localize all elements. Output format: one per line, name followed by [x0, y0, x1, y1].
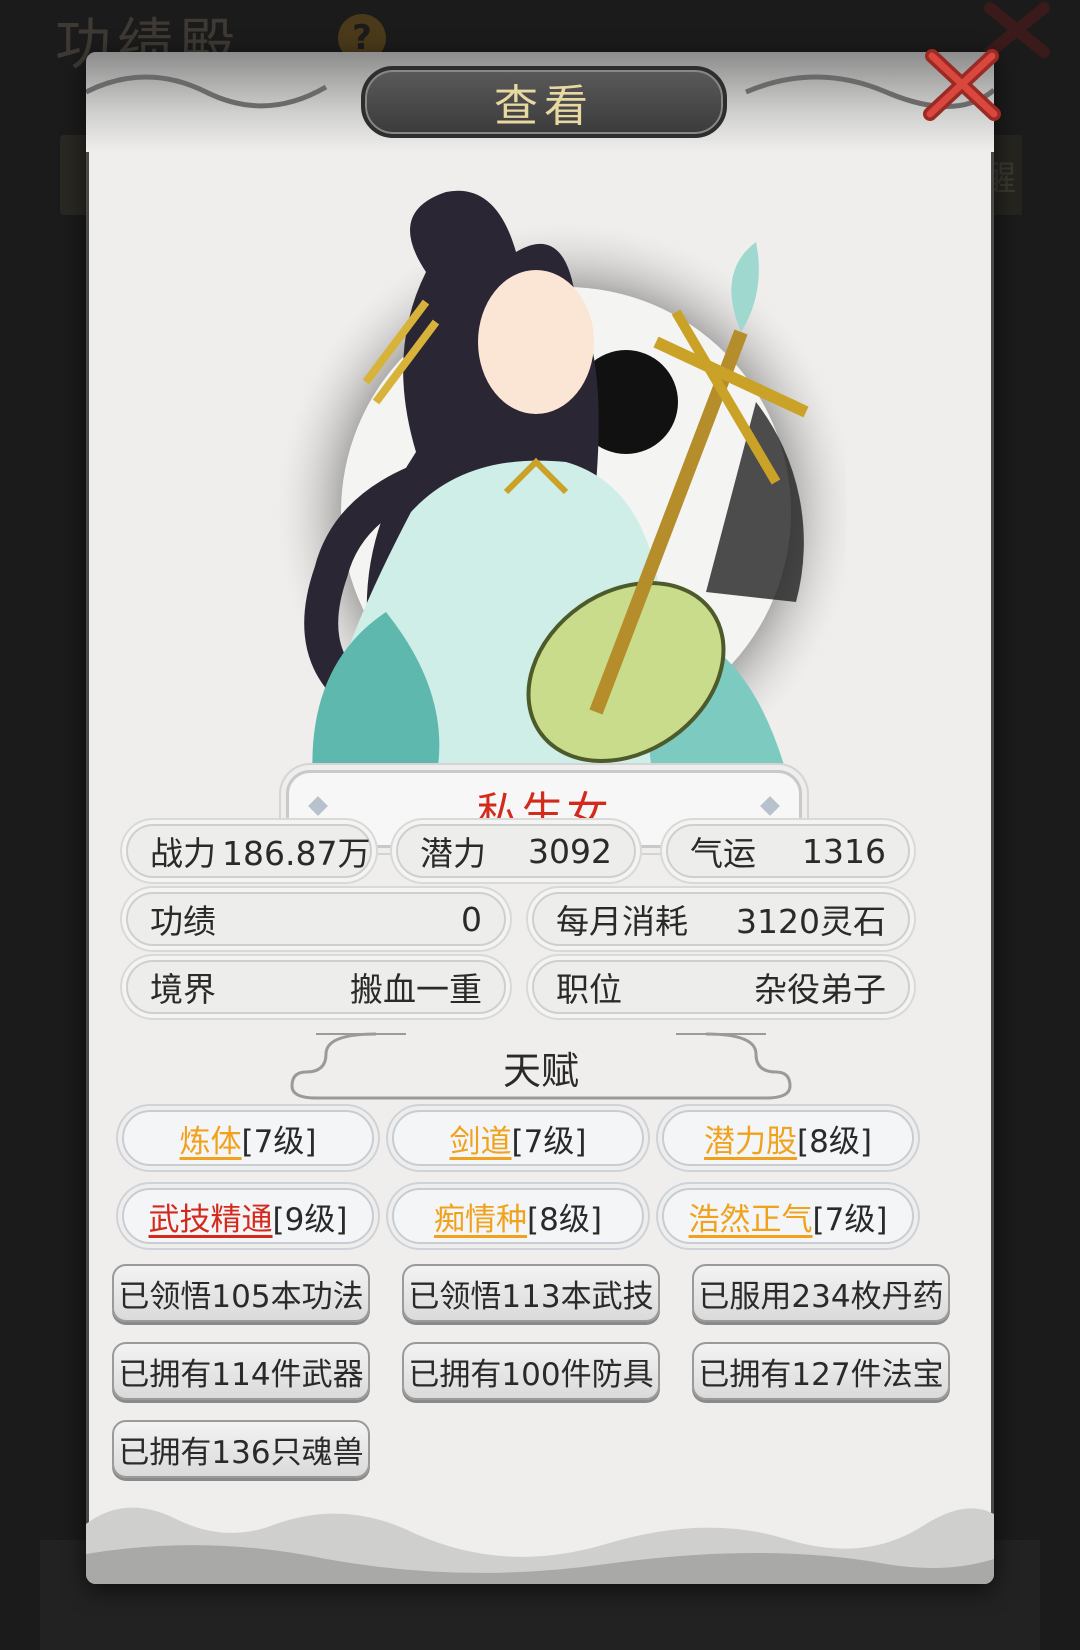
talent-item[interactable]: 剑道 [7级] [392, 1110, 644, 1166]
talent-level: [7级] [511, 1123, 587, 1160]
stat-potential: 潜力 3092 [396, 824, 636, 878]
talent-section-heading: 天赋 [286, 1032, 796, 1112]
record-button-armor[interactable]: 已拥有100件防具 [402, 1342, 660, 1400]
stat-monthly-label: 每月消耗 [556, 902, 688, 941]
talent-item[interactable]: 潜力股 [8级] [662, 1110, 914, 1166]
diamond-ornament-icon [760, 796, 780, 816]
talent-name: 剑道 [449, 1123, 512, 1160]
close-x-icon[interactable] [918, 46, 1006, 126]
talent-item[interactable]: 痴情种 [8级] [392, 1188, 644, 1244]
talent-name: 痴情种 [434, 1201, 528, 1238]
record-button-techniques[interactable]: 已领悟105本功法 [112, 1264, 370, 1322]
talent-item[interactable]: 炼体 [7级] [122, 1110, 374, 1166]
stat-realm: 境界 搬血一重 [126, 960, 506, 1014]
stat-potential-value: 3092 [528, 831, 612, 871]
footer-cloud-decoration [86, 1507, 994, 1584]
dialog-title-plate: 查看 [361, 66, 727, 138]
stat-power-value: 186.87万 [222, 834, 371, 873]
stat-power: 战力 186.87万 [126, 824, 372, 878]
talent-name: 浩然正气 [688, 1201, 813, 1238]
stat-realm-label: 境界 [150, 970, 216, 1009]
stat-realm-value: 搬血一重 [350, 970, 482, 1009]
stat-luck-value: 1316 [802, 831, 886, 871]
talent-name: 炼体 [179, 1123, 242, 1160]
stat-merit-label: 功绩 [150, 902, 216, 941]
record-button-martial-skills[interactable]: 已领悟113本武技 [402, 1264, 660, 1322]
record-button-treasures[interactable]: 已拥有127件法宝 [692, 1342, 950, 1400]
talent-level: [9级] [272, 1201, 348, 1238]
talent-level: [7级] [241, 1123, 317, 1160]
talent-name: 潜力股 [704, 1123, 798, 1160]
stat-monthly-value: 3120灵石 [736, 902, 886, 941]
stat-position: 职位 杂役弟子 [532, 960, 910, 1014]
diamond-ornament-icon [308, 796, 328, 816]
talent-level: [8级] [527, 1201, 602, 1238]
talent-heading-text: 天赋 [502, 1049, 579, 1093]
stat-potential-label: 潜力 [420, 834, 486, 873]
talent-level: [7级] [812, 1201, 888, 1238]
dialog-title: 查看 [494, 81, 594, 132]
talent-item[interactable]: 浩然正气 [7级] [662, 1188, 914, 1244]
talent-name: 武技精通 [148, 1201, 273, 1238]
stat-monthly-cost: 每月消耗 3120灵石 [532, 892, 910, 946]
stat-luck-label: 气运 [690, 834, 756, 873]
stat-position-label: 职位 [556, 970, 622, 1009]
talent-item[interactable]: 武技精通 [9级] [122, 1188, 374, 1244]
stat-merit-value: 0 [461, 899, 482, 939]
stat-power-label: 战力 [150, 834, 216, 873]
stat-merit: 功绩 0 [126, 892, 506, 946]
record-button-weapons[interactable]: 已拥有114件武器 [112, 1342, 370, 1400]
character-view-dialog: 查看 私生女 战力 186.87万 潜力 3092 气运 1316 功绩 0 每… [86, 52, 994, 1584]
talent-level: [8级] [797, 1123, 872, 1160]
record-button-pills[interactable]: 已服用234枚丹药 [692, 1264, 950, 1322]
character-portrait [276, 190, 846, 812]
stat-luck: 气运 1316 [666, 824, 910, 878]
stat-position-value: 杂役弟子 [754, 970, 886, 1009]
